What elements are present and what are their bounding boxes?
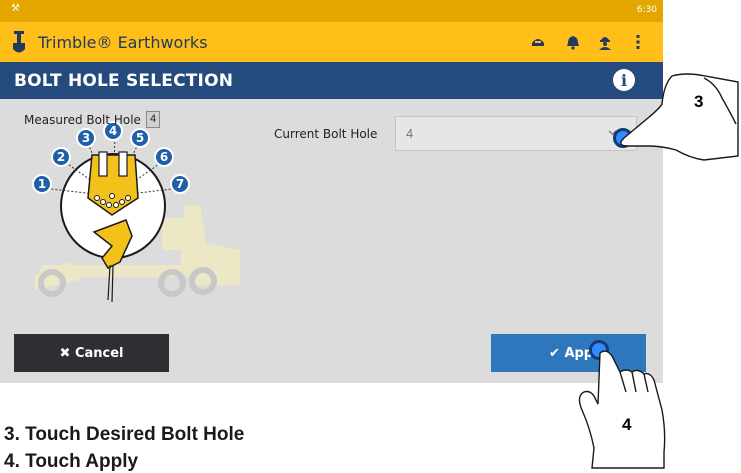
hand-pointer-icon-3 <box>620 73 739 161</box>
instruction-step-4: 4. Touch Apply <box>4 451 139 472</box>
hand-pointer-icon-4 <box>578 350 666 469</box>
callout-number-3: 3 <box>694 92 704 111</box>
callout-number-4: 4 <box>622 415 632 434</box>
hand-pointer-overlay <box>578 73 739 469</box>
instruction-step-3: 3. Touch Desired Bolt Hole <box>4 424 245 445</box>
